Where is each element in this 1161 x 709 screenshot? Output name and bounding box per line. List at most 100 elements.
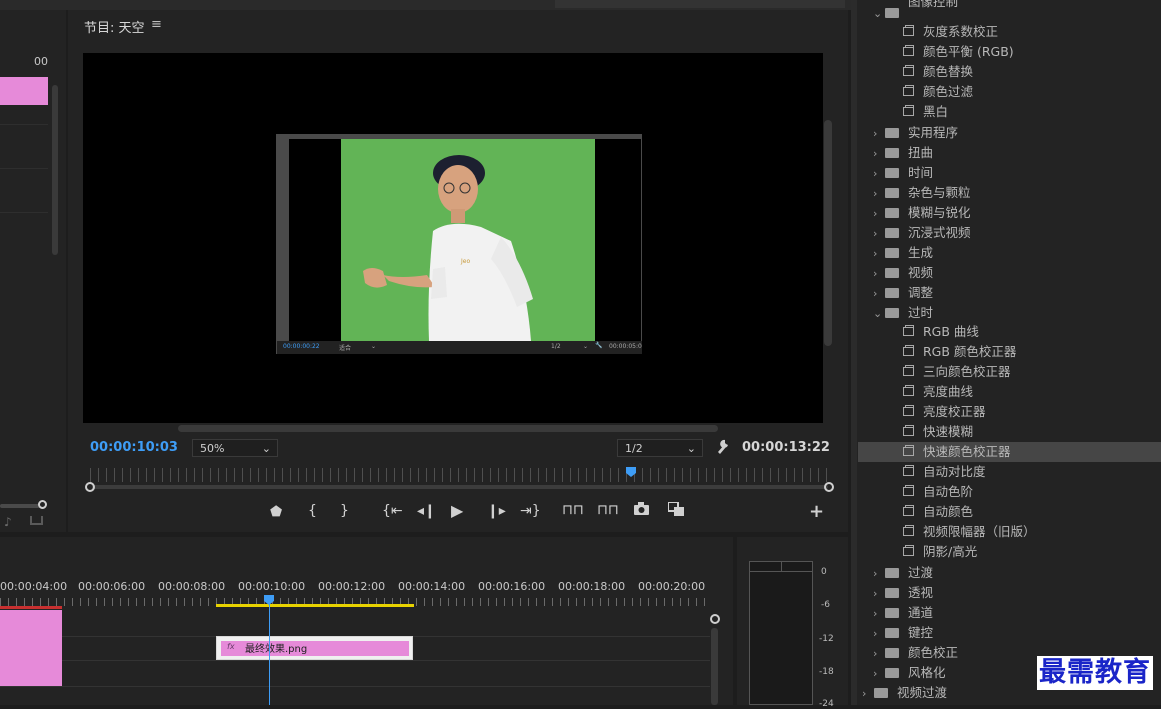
effect-item[interactable]: 阴影/高光 xyxy=(858,542,1161,562)
preview-zoom-track[interactable] xyxy=(92,485,828,489)
effects-scrollbar-track[interactable] xyxy=(851,0,857,705)
effect-preset-icon xyxy=(903,325,914,336)
effect-label: RGB 颜色校正器 xyxy=(923,344,1017,359)
source-scrollbar[interactable] xyxy=(52,85,58,255)
vertical-scrollbar[interactable] xyxy=(824,120,832,346)
effect-label: 过时 xyxy=(908,305,934,320)
chevron-right-icon[interactable]: › xyxy=(873,184,885,204)
chevron-right-icon[interactable]: › xyxy=(873,144,885,164)
extract-button[interactable]: ⊓⊓ xyxy=(597,502,619,518)
effect-item[interactable]: RGB 曲线 xyxy=(858,322,1161,342)
chevron-down-icon[interactable]: ⌄ xyxy=(873,4,885,24)
effect-item[interactable]: 黑白 xyxy=(858,102,1161,122)
effect-folder[interactable]: › 调整 xyxy=(858,283,1161,303)
timeline-zoom-handle[interactable] xyxy=(710,614,720,624)
chevron-right-icon[interactable]: › xyxy=(873,644,885,664)
chevron-right-icon[interactable]: › xyxy=(873,244,885,264)
effect-folder[interactable]: › 模糊与锐化 xyxy=(858,203,1161,223)
preview-zoom-handle-left[interactable] xyxy=(85,482,95,492)
step-back-button[interactable]: ◂❙ xyxy=(417,503,436,519)
effect-item[interactable]: RGB 颜色校正器 xyxy=(858,342,1161,362)
horizontal-scrollbar[interactable] xyxy=(178,425,718,432)
chevron-right-icon[interactable]: › xyxy=(873,664,885,684)
export-icon[interactable] xyxy=(30,516,43,525)
effect-preset-icon xyxy=(903,485,914,496)
effect-folder[interactable]: ⌄ 图像控制 xyxy=(858,0,1161,24)
folder-icon xyxy=(885,307,899,318)
audio-icon[interactable]: ♪ xyxy=(4,515,12,529)
chevron-right-icon[interactable]: › xyxy=(873,564,885,584)
chevron-right-icon[interactable]: › xyxy=(873,204,885,224)
effect-item[interactable]: 颜色替换 xyxy=(858,62,1161,82)
effect-item[interactable]: 自动颜色 xyxy=(858,502,1161,522)
source-zoom-handle[interactable] xyxy=(38,500,47,509)
resolution-dropdown[interactable]: 1/2 ⌄ xyxy=(617,439,703,457)
effect-folder[interactable]: › 通道 xyxy=(858,603,1161,623)
effect-folder[interactable]: › 沉浸式视频 xyxy=(858,223,1161,243)
chevron-right-icon[interactable]: › xyxy=(862,684,874,704)
preview-zoom-handle-right[interactable] xyxy=(824,482,834,492)
preview-time-ruler[interactable] xyxy=(90,468,830,482)
effect-folder[interactable]: ⌄ 过时 xyxy=(858,303,1161,323)
chevron-right-icon[interactable]: › xyxy=(873,624,885,644)
effect-folder[interactable]: › 过渡 xyxy=(858,563,1161,583)
effect-preset-icon xyxy=(903,45,914,56)
effect-label: 颜色替换 xyxy=(923,64,974,79)
effect-label: 模糊与锐化 xyxy=(908,205,971,220)
effect-label: 颜色平衡 (RGB) xyxy=(923,44,1014,59)
effect-item[interactable]: 灰度系数校正 xyxy=(858,22,1161,42)
effect-item[interactable]: 亮度曲线 xyxy=(858,382,1161,402)
timeline-clip[interactable]: fx 最终效果.png xyxy=(216,636,413,660)
wrench-icon[interactable] xyxy=(716,439,730,455)
effect-folder[interactable]: › 杂色与颗粒 xyxy=(858,183,1161,203)
chevron-right-icon[interactable]: › xyxy=(873,224,885,244)
effect-folder[interactable]: › 视频 xyxy=(858,263,1161,283)
work-area-bar[interactable] xyxy=(216,604,414,607)
play-button[interactable]: ▶ xyxy=(451,501,463,520)
panel-menu-icon[interactable]: ≡ xyxy=(151,17,162,32)
chevron-right-icon[interactable]: › xyxy=(873,164,885,184)
timeline-scrollbar[interactable] xyxy=(711,628,718,705)
chevron-right-icon[interactable]: › xyxy=(873,604,885,624)
effect-preset-icon xyxy=(903,65,914,76)
go-to-out-button[interactable]: ⇥} xyxy=(520,503,541,519)
chevron-right-icon[interactable]: › xyxy=(873,284,885,304)
effect-folder[interactable]: › 键控 xyxy=(858,623,1161,643)
effect-item[interactable]: 颜色过滤 xyxy=(858,82,1161,102)
effect-item[interactable]: 颜色平衡 (RGB) xyxy=(858,42,1161,62)
effect-folder[interactable]: › 扭曲 xyxy=(858,143,1161,163)
mark-out-button[interactable]: } xyxy=(340,503,349,519)
effect-folder[interactable]: › 实用程序 xyxy=(858,123,1161,143)
source-zoom-track[interactable] xyxy=(0,504,40,508)
timeline-clip-left[interactable] xyxy=(0,610,62,686)
effect-item[interactable]: 三向颜色校正器 xyxy=(858,362,1161,382)
effect-folder[interactable]: › 生成 xyxy=(858,243,1161,263)
effect-item[interactable]: 亮度校正器 xyxy=(858,402,1161,422)
chevron-right-icon[interactable]: › xyxy=(873,124,885,144)
effect-folder[interactable]: › 透视 xyxy=(858,583,1161,603)
add-marker-button[interactable]: ⬟ xyxy=(270,504,282,520)
meter-tick: 0 xyxy=(821,567,827,577)
zoom-dropdown[interactable]: 50% ⌄ xyxy=(192,439,278,457)
effect-item[interactable]: 自动对比度 xyxy=(858,462,1161,482)
compare-view-button[interactable] xyxy=(667,501,685,521)
chevron-down-icon[interactable]: ⌄ xyxy=(873,304,885,324)
clip-name: 最终效果.png xyxy=(245,644,308,655)
step-forward-button[interactable]: ❙▸ xyxy=(487,503,506,519)
effect-item[interactable]: 自动色阶 xyxy=(858,482,1161,502)
camera-icon[interactable] xyxy=(634,502,649,519)
effect-label: 视频限幅器（旧版） xyxy=(923,524,1036,539)
folder-icon xyxy=(885,287,899,298)
go-to-in-button[interactable]: {⇤ xyxy=(382,503,403,519)
mark-in-button[interactable]: { xyxy=(308,503,317,519)
lift-button[interactable]: ⊓⊓ xyxy=(562,502,584,518)
current-timecode[interactable]: 00:00:10:03 xyxy=(90,440,178,455)
effect-item[interactable]: 视频限幅器（旧版） xyxy=(858,522,1161,542)
chevron-right-icon[interactable]: › xyxy=(873,584,885,604)
effect-item[interactable]: 快速模糊 xyxy=(858,422,1161,442)
chevron-right-icon[interactable]: › xyxy=(873,264,885,284)
effect-item[interactable]: 快速颜色校正器 xyxy=(858,442,1161,462)
program-monitor-title[interactable]: 节目: 天空 xyxy=(84,17,145,36)
add-button-icon[interactable]: + xyxy=(809,501,824,522)
effect-folder[interactable]: › 时间 xyxy=(858,163,1161,183)
